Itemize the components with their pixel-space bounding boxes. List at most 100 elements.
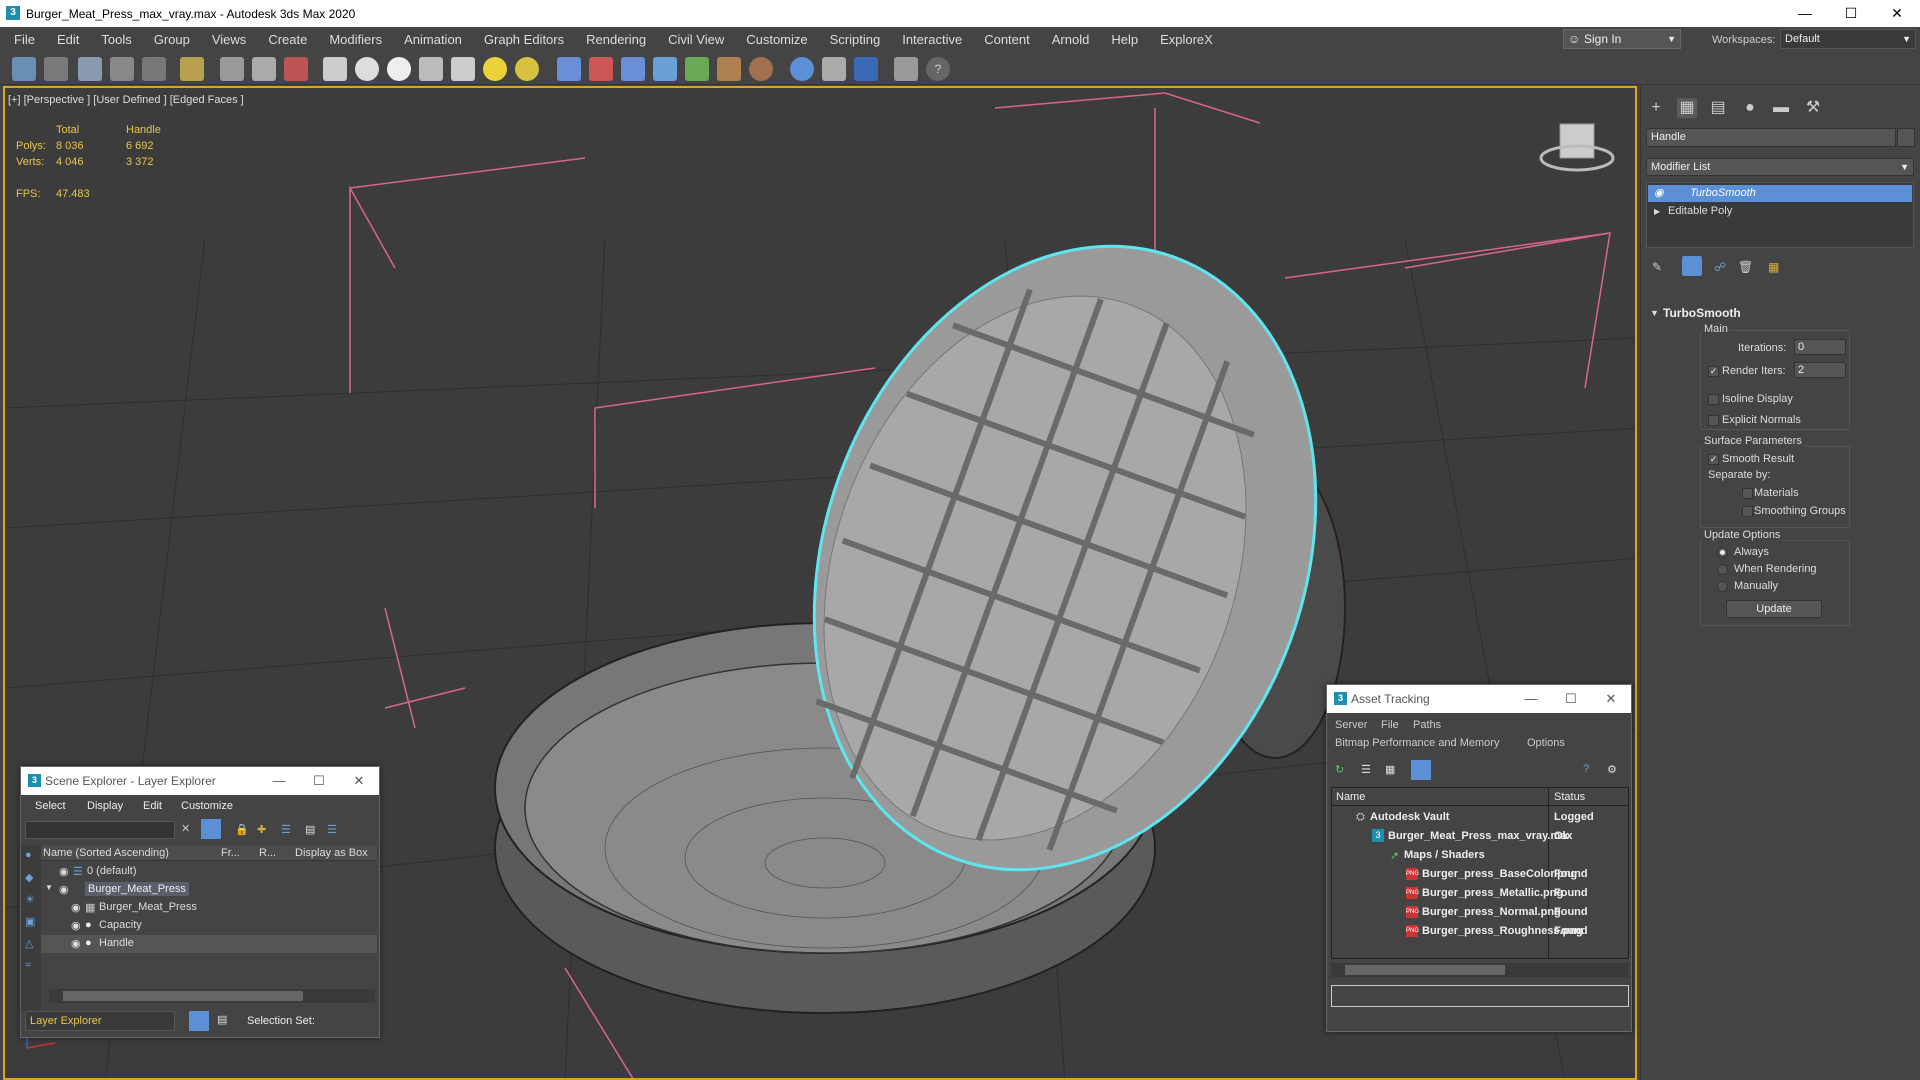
object-color-swatch[interactable]: [1897, 128, 1915, 147]
help-icon[interactable]: ?: [1583, 763, 1589, 775]
utilities-tab-icon[interactable]: ⚒: [1803, 98, 1823, 118]
maximize-button[interactable]: ☐: [299, 767, 339, 795]
menu-file[interactable]: File: [1381, 719, 1399, 731]
menu-create[interactable]: Create: [257, 32, 318, 47]
scene-explorer-titlebar[interactable]: 3 Scene Explorer - Layer Explorer — ☐ ✕: [21, 767, 379, 795]
particles-icon[interactable]: [589, 57, 613, 81]
display-cameras-icon[interactable]: ▣: [25, 915, 35, 928]
table-row[interactable]: ◉ ▦ Burger_Meat_Press: [41, 899, 377, 917]
modify-tab-icon[interactable]: ▦: [1677, 98, 1697, 118]
menu-civil-view[interactable]: Civil View: [657, 32, 735, 47]
table-row[interactable]: PNG Burger_press_Metallic.png Found: [1332, 884, 1628, 903]
menu-graph-editors[interactable]: Graph Editors: [473, 32, 575, 47]
menu-content[interactable]: Content: [973, 32, 1041, 47]
pin-stack-icon[interactable]: ✎: [1652, 260, 1662, 274]
rect-selection-icon[interactable]: [284, 57, 308, 81]
maximize-button[interactable]: ☐: [1551, 685, 1591, 713]
make-unique-icon[interactable]: ☍: [1714, 260, 1726, 274]
menu-animation[interactable]: Animation: [393, 32, 473, 47]
table-view-icon[interactable]: ▦: [1385, 763, 1395, 776]
close-button[interactable]: ✕: [1591, 685, 1631, 713]
cone-icon[interactable]: [451, 57, 475, 81]
menu-paths[interactable]: Paths: [1413, 719, 1441, 731]
layer-explorer-dropdown[interactable]: Layer Explorer: [25, 1011, 175, 1031]
select-by-name-icon[interactable]: [252, 57, 276, 81]
minimize-button[interactable]: —: [259, 767, 299, 795]
eye-icon[interactable]: ◉: [71, 919, 81, 932]
viewport-label[interactable]: [+] [Perspective ] [User Defined ] [Edge…: [8, 94, 244, 106]
menu-modifiers[interactable]: Modifiers: [318, 32, 393, 47]
sphere-icon[interactable]: [355, 57, 379, 81]
list-view-icon[interactable]: ☰: [1361, 763, 1371, 776]
close-button[interactable]: ✕: [339, 767, 379, 795]
menu-options[interactable]: Options: [1527, 737, 1565, 749]
grid-view-icon[interactable]: [1411, 760, 1431, 780]
when-rendering-radio[interactable]: [1717, 564, 1728, 575]
refresh-icon[interactable]: ↻: [1335, 763, 1344, 776]
always-radio[interactable]: [1717, 547, 1728, 558]
expand-arrow-icon[interactable]: ▼: [45, 883, 53, 892]
isoline-display-checkbox[interactable]: [1708, 394, 1719, 405]
unlink-icon[interactable]: [110, 57, 134, 81]
col-display-as-box[interactable]: Display as Box: [295, 847, 368, 859]
horizontal-scrollbar[interactable]: [1331, 963, 1629, 977]
configure-modifier-sets-icon[interactable]: ▦: [1768, 260, 1779, 274]
asset-tracking-titlebar[interactable]: 3 Asset Tracking — ☐ ✕: [1327, 685, 1631, 713]
menu-arnold[interactable]: Arnold: [1041, 32, 1101, 47]
object-name-field[interactable]: Handle: [1646, 128, 1896, 147]
eye-icon[interactable]: ◉: [71, 937, 81, 950]
menu-group[interactable]: Group: [143, 32, 201, 47]
eye-icon[interactable]: ◉: [59, 865, 69, 878]
turbosmooth-rollout-title[interactable]: TurboSmooth: [1663, 306, 1741, 320]
render-iters-spinner[interactable]: 2: [1794, 362, 1846, 378]
layer-icon[interactable]: [894, 57, 918, 81]
rollout-collapse-icon[interactable]: ▼: [1650, 308, 1659, 318]
filter-icon[interactable]: [201, 819, 221, 839]
teapot-icon[interactable]: [419, 57, 443, 81]
menu-rendering[interactable]: Rendering: [575, 32, 657, 47]
settings-icon[interactable]: ⚙: [1607, 763, 1617, 776]
menu-bitmap-performance[interactable]: Bitmap Performance and Memory: [1335, 737, 1499, 749]
stack-item-turbosmooth[interactable]: ◉ TurboSmooth: [1648, 185, 1912, 202]
add-to-layer-icon[interactable]: ☰: [281, 823, 291, 836]
table-row[interactable]: ➚ Maps / Shaders: [1332, 846, 1628, 865]
table-row[interactable]: PNG Burger_press_Roughness.png Found: [1332, 922, 1628, 941]
menu-help[interactable]: Help: [1100, 32, 1149, 47]
motion-tab-icon[interactable]: ●: [1740, 98, 1760, 118]
redo-icon[interactable]: [44, 57, 68, 81]
close-button[interactable]: ✕: [1874, 0, 1920, 27]
col-render[interactable]: R...: [259, 847, 276, 859]
render-icon[interactable]: [854, 57, 878, 81]
table-row[interactable]: PNG Burger_press_BaseColor.png Found: [1332, 865, 1628, 884]
display-tab-icon[interactable]: ▬: [1771, 98, 1791, 118]
display-spacewarps-icon[interactable]: ≈: [25, 959, 31, 971]
display-shapes-icon[interactable]: ◆: [25, 871, 33, 884]
workspaces-select[interactable]: Default ▼: [1780, 29, 1916, 49]
layers-icon[interactable]: ☰: [327, 823, 337, 836]
menu-customize[interactable]: Customize: [181, 800, 233, 812]
manually-radio[interactable]: [1717, 581, 1728, 592]
grid-icon[interactable]: [557, 57, 581, 81]
menu-display[interactable]: Display: [87, 800, 123, 812]
lock-icon[interactable]: 🔒: [235, 823, 249, 836]
selection-set-icon[interactable]: ▤: [217, 1013, 227, 1026]
expand-arrow-icon[interactable]: ▶: [1654, 203, 1660, 220]
table-row[interactable]: ⛭ Autodesk Vault Logged: [1332, 808, 1628, 827]
table-row[interactable]: ◉ ☰ 0 (default): [41, 863, 377, 881]
eye-icon[interactable]: ◉: [71, 901, 81, 914]
remove-modifier-icon[interactable]: 🗑: [1738, 260, 1753, 274]
layer-mode-icon[interactable]: [189, 1011, 209, 1031]
smooth-result-checkbox[interactable]: ✓: [1708, 454, 1719, 465]
col-status[interactable]: Status: [1554, 791, 1585, 803]
select-link-icon[interactable]: [78, 57, 102, 81]
show-end-result-icon[interactable]: [1682, 256, 1702, 276]
network-icon[interactable]: [621, 57, 645, 81]
table-row[interactable]: 3 Burger_Meat_Press_max_vray.max Ok: [1332, 827, 1628, 846]
select-object-icon[interactable]: [220, 57, 244, 81]
menu-file[interactable]: File: [0, 32, 46, 47]
clear-search-icon[interactable]: ✕: [181, 822, 190, 835]
col-name[interactable]: Name (Sorted Ascending): [43, 847, 169, 859]
hierarchy-tab-icon[interactable]: ▤: [1708, 98, 1728, 118]
eye-icon[interactable]: ◉: [59, 883, 69, 896]
menu-edit[interactable]: Edit: [143, 800, 162, 812]
